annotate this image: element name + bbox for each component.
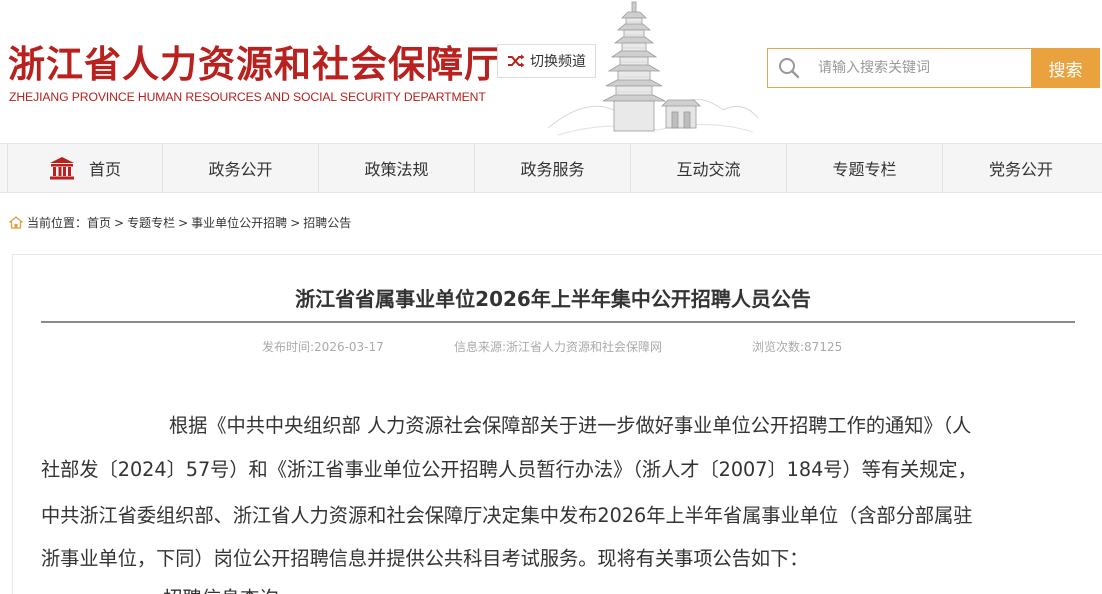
search-box <box>767 48 1032 88</box>
nav-item-topics[interactable]: 专题专栏 <box>787 144 943 192</box>
nav-item-party-affairs[interactable]: 党务公开 <box>943 144 1099 192</box>
breadcrumb-separator: > <box>114 215 125 230</box>
breadcrumb-separator: > <box>178 215 189 230</box>
view-count: 浏览次数:87125 <box>752 340 843 354</box>
nav-label: 政策法规 <box>364 160 429 179</box>
home-building-icon <box>49 157 74 180</box>
article-line: 中共浙江省委组织部、浙江省人力资源和社会保障厅决定集中发布2026年上半年省属事… <box>41 504 973 527</box>
breadcrumb-prefix: 当前位置： <box>27 216 88 230</box>
nav-label: 政务服务 <box>520 160 585 179</box>
article-line: 根据《中共中央组织部 人力资源社会保障部关于进一步做好事业单位公开招聘工作的通知… <box>169 414 972 437</box>
nav-item-policies[interactable]: 政策法规 <box>319 144 475 192</box>
site-header: 浙江省人力资源和社会保障厅 ZHEJIANG PROVINCE HUMAN RE… <box>0 0 1102 142</box>
search-icon <box>779 58 800 79</box>
nav-label: 首页 <box>88 160 121 179</box>
publish-time: 发布时间:2026-03-17 <box>262 340 384 354</box>
article-title: 浙江省省属事业单位2026年上半年集中公开招聘人员公告 <box>295 287 811 311</box>
search-input[interactable] <box>818 60 1018 76</box>
nav-item-government-affairs[interactable]: 政务公开 <box>163 144 319 192</box>
breadcrumb-separator: > <box>290 215 301 230</box>
nav-label: 专题专栏 <box>832 160 897 179</box>
site-logo-en[interactable]: ZHEJIANG PROVINCE HUMAN RESOURCES AND SO… <box>9 90 486 104</box>
article-line: 浙事业单位，下同）岗位公开招聘信息并提供公共科目考试服务。现将有关事项公告如下： <box>41 547 809 570</box>
breadcrumb-announcement[interactable]: 招聘公告 <box>303 214 351 231</box>
nav-item-services[interactable]: 政务服务 <box>475 144 631 192</box>
breadcrumb-recruitment[interactable]: 事业单位公开招聘 <box>191 214 287 231</box>
nav-label: 党务公开 <box>988 160 1053 179</box>
breadcrumb-home[interactable]: 首页 <box>87 214 111 231</box>
article-line: 社部发〔2024〕57号）和《浙江省事业单位公开招聘人员暂行办法》（浙人才〔20… <box>41 458 977 481</box>
nav-label: 互动交流 <box>676 160 741 179</box>
main-nav: 首页 政务公开 政策法规 政务服务 互动交流 专题专栏 党务公开 <box>0 143 1102 193</box>
pagoda-illustration <box>548 1 758 136</box>
title-divider <box>41 321 1075 323</box>
info-source: 信息来源:浙江省人力资源和社会保障网 <box>454 340 663 354</box>
nav-item-interaction[interactable]: 互动交流 <box>631 144 787 192</box>
site-logo-cn[interactable]: 浙江省人力资源和社会保障厅 <box>8 34 502 88</box>
search-button[interactable]: 搜索 <box>1031 48 1100 88</box>
section-heading: 一、招聘信息查询 <box>125 583 279 594</box>
shuffle-icon <box>508 54 525 68</box>
home-small-icon <box>9 216 23 229</box>
nav-item-home[interactable]: 首页 <box>7 144 163 192</box>
breadcrumb: 当前位置： 首页 > 专题专栏 > 事业单位公开招聘 > 招聘公告 <box>9 214 351 231</box>
breadcrumb-topics[interactable]: 专题专栏 <box>127 214 175 231</box>
nav-label: 政务公开 <box>208 160 273 179</box>
article-container: 浙江省省属事业单位2026年上半年集中公开招聘人员公告 发布时间:2026-03… <box>12 254 1102 594</box>
